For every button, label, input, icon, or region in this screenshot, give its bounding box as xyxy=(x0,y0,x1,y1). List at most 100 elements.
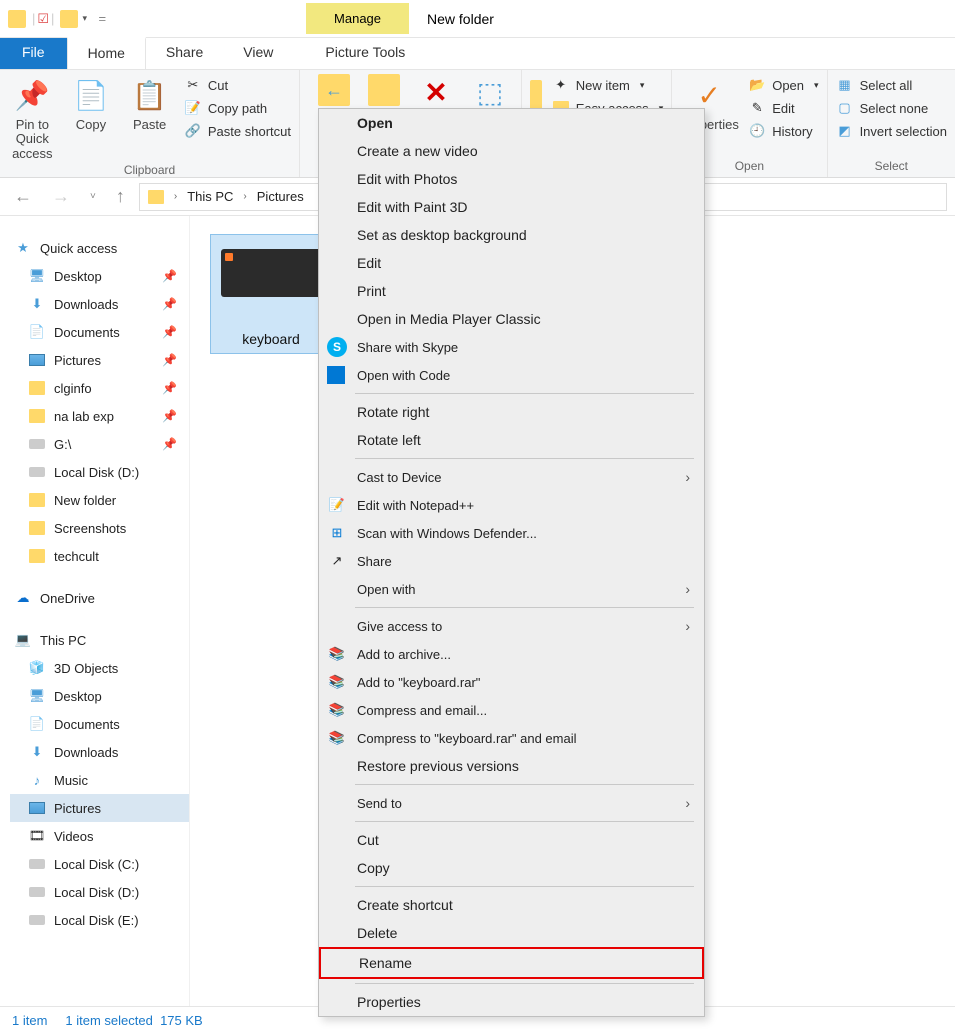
tree-pictures[interactable]: Pictures📌 xyxy=(10,346,189,374)
tree-documents[interactable]: 📄Documents📌 xyxy=(10,318,189,346)
tree-downloads[interactable]: ⬇Downloads📌 xyxy=(10,290,189,318)
pin-icon: 📌 xyxy=(162,325,177,339)
tree-videos[interactable]: 🎞Videos xyxy=(10,822,189,850)
invert-selection-button[interactable]: ◩Invert selection xyxy=(836,122,947,140)
select-all-button[interactable]: ▦Select all xyxy=(836,76,947,94)
tree-thispc[interactable]: 💻This PC xyxy=(10,626,189,654)
copyto-icon[interactable] xyxy=(368,74,400,106)
tree-ldd[interactable]: Local Disk (D:) xyxy=(10,458,189,486)
quick-access[interactable]: ★Quick access xyxy=(10,234,189,262)
grid-empty-icon: ▢ xyxy=(836,99,854,117)
copy-path-button[interactable]: 📝Copy path xyxy=(184,99,291,117)
picture-tools-tab[interactable]: Picture Tools xyxy=(305,38,425,69)
folder-icon-2 xyxy=(60,10,78,28)
tree-downloads2[interactable]: ⬇Downloads xyxy=(10,738,189,766)
ctx-skype[interactable]: SShare with Skype xyxy=(319,333,704,361)
tree-ldd2[interactable]: Local Disk (D:) xyxy=(10,878,189,906)
ctx-cut[interactable]: Cut xyxy=(319,826,704,854)
ctx-add-rar[interactable]: 📚Add to "keyboard.rar" xyxy=(319,668,704,696)
rename-icon[interactable]: ⬚ xyxy=(472,74,508,110)
ctx-notepad[interactable]: 📝Edit with Notepad++ xyxy=(319,491,704,519)
ctx-delete[interactable]: Delete xyxy=(319,919,704,947)
ctx-restore-versions[interactable]: Restore previous versions xyxy=(319,752,704,780)
ctx-defender[interactable]: ⊞Scan with Windows Defender... xyxy=(319,519,704,547)
ctx-edit[interactable]: Edit xyxy=(319,249,704,277)
tree-pictures2[interactable]: Pictures xyxy=(10,794,189,822)
manage-tab[interactable]: Manage xyxy=(306,3,409,34)
cut-button[interactable]: ✂Cut xyxy=(184,76,291,94)
pin-icon: 📌 xyxy=(162,409,177,423)
ctx-open[interactable]: Open xyxy=(319,109,704,137)
chevron-right-icon[interactable]: › xyxy=(174,191,177,202)
new-folder-icon[interactable] xyxy=(530,80,541,110)
file-item-keyboard[interactable]: keyboard xyxy=(210,234,332,354)
ctx-properties[interactable]: Properties xyxy=(319,988,704,1016)
pc-icon: 💻 xyxy=(14,631,32,649)
ctx-set-background[interactable]: Set as desktop background xyxy=(319,221,704,249)
breadcrumb-pictures[interactable]: Pictures xyxy=(257,189,304,204)
delete-icon[interactable]: ✕ xyxy=(418,74,454,110)
ctx-give-access[interactable]: Give access to› xyxy=(319,612,704,640)
select-none-button[interactable]: ▢Select none xyxy=(836,99,947,117)
tree-clginfo[interactable]: clginfo📌 xyxy=(10,374,189,402)
ctx-rotate-right[interactable]: Rotate right xyxy=(319,398,704,426)
share-tab[interactable]: Share xyxy=(146,38,223,69)
ctx-archive[interactable]: 📚Add to archive... xyxy=(319,640,704,668)
ctx-copy[interactable]: Copy xyxy=(319,854,704,882)
tree-lde[interactable]: Local Disk (E:) xyxy=(10,906,189,934)
ctx-cast[interactable]: Cast to Device› xyxy=(319,463,704,491)
title-equals: = xyxy=(98,11,106,26)
tree-newfolder[interactable]: New folder xyxy=(10,486,189,514)
edit-button[interactable]: ✎Edit xyxy=(748,99,818,117)
qat-dropdown-icon[interactable]: ▾ xyxy=(82,13,92,24)
ctx-new-video[interactable]: Create a new video xyxy=(319,137,704,165)
ctx-code[interactable]: Open with Code xyxy=(319,361,704,389)
forward-button[interactable]: → xyxy=(46,186,76,207)
winrar-icon: 📚 xyxy=(327,644,347,664)
tree-onedrive[interactable]: ☁OneDrive xyxy=(10,584,189,612)
tree-music[interactable]: ♪Music xyxy=(10,766,189,794)
qat-checkbox-icon[interactable]: ☑ xyxy=(37,11,49,27)
breadcrumb-thispc[interactable]: This PC xyxy=(187,189,233,204)
tree-screenshots[interactable]: Screenshots xyxy=(10,514,189,542)
recent-dropdown[interactable]: ˅ xyxy=(84,191,102,202)
scissors-icon: ✂ xyxy=(184,76,202,94)
ctx-rename[interactable]: Rename xyxy=(319,947,704,979)
tree-desktop2[interactable]: 🖥Desktop xyxy=(10,682,189,710)
ctx-mpc[interactable]: Open in Media Player Classic xyxy=(319,305,704,333)
ctx-create-shortcut[interactable]: Create shortcut xyxy=(319,891,704,919)
tree-documents2[interactable]: 📄Documents xyxy=(10,710,189,738)
invert-icon: ◩ xyxy=(836,122,854,140)
tree-nalab[interactable]: na lab exp📌 xyxy=(10,402,189,430)
ctx-send-to[interactable]: Send to› xyxy=(319,789,704,817)
view-tab[interactable]: View xyxy=(223,38,293,69)
pin-quick-access-button[interactable]: 📌 Pin to Quick access xyxy=(8,74,57,161)
tree-techcult[interactable]: techcult xyxy=(10,542,189,570)
ctx-paint3d[interactable]: Edit with Paint 3D xyxy=(319,193,704,221)
history-button[interactable]: 🕘History xyxy=(748,122,818,140)
tree-g[interactable]: G:\📌 xyxy=(10,430,189,458)
folder-icon xyxy=(28,379,46,397)
chevron-right-icon[interactable]: › xyxy=(243,191,246,202)
back-button[interactable]: ← xyxy=(8,186,38,207)
tree-desktop[interactable]: 🖥Desktop📌 xyxy=(10,262,189,290)
ctx-share[interactable]: ↗Share xyxy=(319,547,704,575)
new-item-button[interactable]: ✦New item▾ xyxy=(552,76,664,94)
ctx-compress-rar-email[interactable]: 📚Compress to "keyboard.rar" and email xyxy=(319,724,704,752)
ctx-print[interactable]: Print xyxy=(319,277,704,305)
file-tab[interactable]: File xyxy=(0,38,67,69)
ctx-open-with[interactable]: Open with› xyxy=(319,575,704,603)
ctx-compress-email[interactable]: 📚Compress and email... xyxy=(319,696,704,724)
ctx-rotate-left[interactable]: Rotate left xyxy=(319,426,704,454)
up-button[interactable]: ↑ xyxy=(110,186,131,207)
tree-3dobjects[interactable]: 🧊3D Objects xyxy=(10,654,189,682)
paste-shortcut-button[interactable]: 🔗Paste shortcut xyxy=(184,122,291,140)
moveto-icon[interactable]: ← xyxy=(318,74,350,106)
paste-button[interactable]: 📋 Paste xyxy=(125,74,174,132)
copy-button[interactable]: 📄 Copy xyxy=(67,74,116,132)
open-button[interactable]: 📂Open▾ xyxy=(748,76,818,94)
nav-tree[interactable]: ★Quick access 🖥Desktop📌 ⬇Downloads📌 📄Doc… xyxy=(0,216,190,1006)
ctx-edit-photos[interactable]: Edit with Photos xyxy=(319,165,704,193)
tree-ldc[interactable]: Local Disk (C:) xyxy=(10,850,189,878)
home-tab[interactable]: Home xyxy=(67,37,146,69)
